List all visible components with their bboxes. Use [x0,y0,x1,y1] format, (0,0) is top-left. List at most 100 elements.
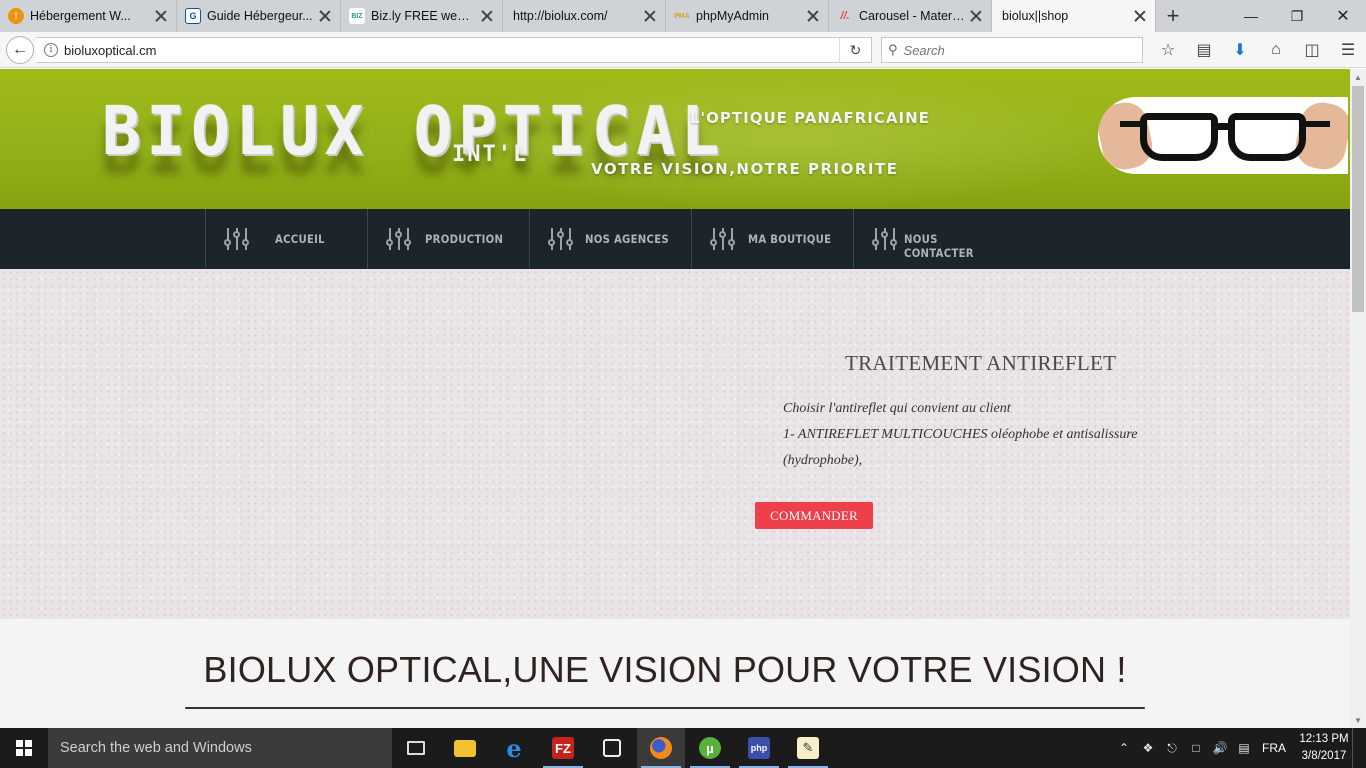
taskbar-clock[interactable]: 12:13 PM 3/8/2017 [1296,731,1352,765]
menu-item-accueil[interactable]: ACCUEIL [205,209,367,269]
menu-item-label: NOUS CONTACTER [904,232,974,260]
url-text[interactable]: bioluxoptical.cm [64,43,157,58]
taskbar-search[interactable]: Search the web and Windows [48,728,392,768]
search-input[interactable] [903,42,1124,58]
tab-title: http://biolux.com/ [513,9,608,23]
dropbox-icon[interactable]: ❖ [1136,728,1160,768]
usb-device-icon[interactable]: ⎋ [1160,728,1184,768]
menu-item-label: MA BOUTIQUE [748,232,832,246]
start-button[interactable] [0,728,48,768]
site-header-banner: BIOLUX OPTICAL INT'L L'OPTIQUE PANAFRICA… [0,69,1350,209]
commander-button[interactable]: COMMANDER [755,502,873,529]
firefox-icon[interactable] [637,728,685,768]
browser-tab[interactable]: http://biolux.com/ [503,0,666,32]
tab-title: Carousel - Materi... [859,9,965,23]
utorrent-icon[interactable]: µ [686,728,734,768]
hero-text-line: 1- ANTIREFLET MULTICOUCHES oléophobe et … [783,427,1138,442]
menu-item-nous-contacter[interactable]: NOUS CONTACTER [853,209,1015,269]
sliders-icon [386,226,412,252]
utorrent-logo-icon: µ [699,737,721,759]
hero-text-line: Choisir l'antireflet qui convient au cli… [783,401,1011,416]
file-explorer-icon[interactable] [441,728,489,768]
volume-icon[interactable]: 🔊 [1208,728,1232,768]
task-view-icon[interactable] [392,728,440,768]
windows-taskbar: Search the web and Windows e FZ µ php ✎ … [0,728,1366,768]
task-view-glyph [407,741,425,755]
page-scrollbar[interactable]: ▲ ▼ [1350,69,1366,728]
navigation-toolbar: ← i bioluxoptical.cm ↻ ⚲ ☆ ▤ ⬇ ⌂ ◫ ☰ [0,32,1366,68]
browser-tab[interactable]: ! Hébergement W... [0,0,177,32]
tab-favicon-icon: PMA [674,12,690,20]
section-divider [185,707,1145,709]
site-info-icon[interactable]: i [44,43,58,57]
clock-time: 12:13 PM [1299,733,1349,745]
tab-title: biolux||shop [1002,9,1069,23]
new-tab-button[interactable]: + [1156,0,1190,32]
php-tool-icon[interactable]: php [735,728,783,768]
reading-list-icon[interactable]: ▤ [1186,37,1222,63]
tab-title: phpMyAdmin [696,9,769,23]
browser-tab[interactable]: PMA phpMyAdmin [666,0,829,32]
scroll-down-arrow-icon[interactable]: ▼ [1350,712,1366,728]
close-tab-icon[interactable] [154,9,168,23]
menu-item-label: ACCUEIL [275,232,325,246]
download-arrow-icon[interactable]: ⬇ [1222,37,1258,63]
reload-icon[interactable]: ↻ [839,38,871,62]
restore-icon[interactable]: ❐ [1274,0,1320,32]
show-desktop-button[interactable] [1352,728,1366,768]
sliders-icon [224,226,250,252]
edge-browser-icon[interactable]: e [490,728,538,768]
store-icon[interactable] [588,728,636,768]
main-menu: ACCUEIL PRODUCTION NOS AGENCES MA BOUTIQ… [0,209,1350,269]
filezilla-icon[interactable]: FZ [539,728,587,768]
show-hidden-icons-chevron-icon[interactable]: ⌃ [1112,728,1136,768]
php-logo-icon: php [748,737,770,759]
system-tray: ⌃ ❖ ⎋ □ 🔊 ▤ [1112,728,1256,768]
close-tab-icon[interactable] [480,9,494,23]
close-window-icon[interactable]: ✕ [1320,0,1366,32]
hamburger-menu-icon[interactable]: ☰ [1330,37,1366,63]
browser-tab-active[interactable]: biolux||shop [992,0,1156,32]
notepad-pencil-icon: ✎ [797,737,819,759]
tab-favicon-icon: //. [840,10,850,22]
glasses-lens [1228,113,1306,161]
sliders-icon [548,226,574,252]
slogan-bottom: VOTRE VISION,NOTRE PRIORITE [591,160,899,178]
menu-item-label: PRODUCTION [425,232,504,246]
pocket-icon[interactable]: ◫ [1294,37,1330,63]
network-icon[interactable]: □ [1184,728,1208,768]
menu-item-nos-agences[interactable]: NOS AGENCES [529,209,691,269]
glasses-image [1098,97,1348,174]
back-arrow-icon[interactable]: ← [6,36,34,64]
close-tab-icon[interactable] [643,9,657,23]
url-bar[interactable]: i bioluxoptical.cm ↻ [36,37,872,63]
menu-item-production[interactable]: PRODUCTION [367,209,529,269]
tab-title: Biz.ly FREE web h... [371,9,476,23]
scrollbar-thumb[interactable] [1352,86,1364,312]
browser-tab[interactable]: BIZ Biz.ly FREE web h... [341,0,503,32]
close-tab-icon[interactable] [318,9,332,23]
close-tab-icon[interactable] [969,9,983,23]
tagline-section: BIOLUX OPTICAL,UNE VISION POUR VOTRE VIS… [0,619,1350,728]
tab-favicon-icon: ! [8,8,24,24]
sliders-icon [710,226,736,252]
close-tab-icon[interactable] [1133,9,1147,23]
hero-carousel: TRAITEMENT ANTIREFLET Choisir l'antirefl… [0,269,1350,619]
notepad-icon[interactable]: ✎ [784,728,832,768]
firefox-logo-icon [650,737,672,759]
home-icon[interactable]: ⌂ [1258,37,1294,63]
edge-e-icon: e [506,733,522,763]
bookmark-star-icon[interactable]: ☆ [1150,37,1186,63]
minimize-icon[interactable]: — [1228,0,1274,32]
browser-tab[interactable]: //. Carousel - Materi... [829,0,992,32]
menu-item-ma-boutique[interactable]: MA BOUTIQUE [691,209,853,269]
input-language[interactable]: FRA [1262,741,1286,755]
section-heading: BIOLUX OPTICAL,UNE VISION POUR VOTRE VIS… [203,649,1127,690]
close-tab-icon[interactable] [806,9,820,23]
browser-tab[interactable]: G Guide Hébergeur... [177,0,341,32]
scroll-up-arrow-icon[interactable]: ▲ [1350,69,1366,85]
tab-title: Guide Hébergeur... [207,9,313,23]
tab-favicon-icon: G [185,8,201,24]
notifications-icon[interactable]: ▤ [1232,728,1256,768]
browser-search-box[interactable]: ⚲ [881,37,1143,63]
